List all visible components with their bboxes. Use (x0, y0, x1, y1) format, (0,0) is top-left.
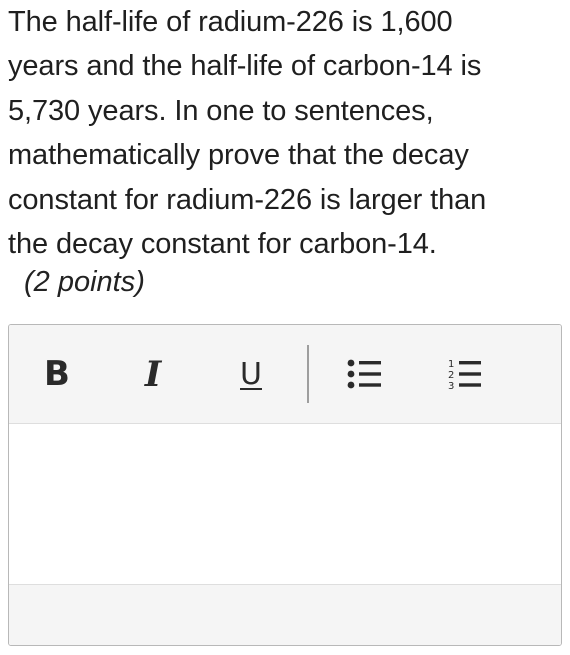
numbered-list-icon: 1 2 3 (448, 359, 481, 391)
italic-button[interactable]: I (135, 351, 171, 397)
question-line: constant for radium-226 is larger than (8, 183, 487, 216)
svg-text:3: 3 (448, 381, 454, 391)
question-line: years and the half-life of carbon-14 is (8, 50, 482, 83)
underline-button[interactable]: U (233, 351, 269, 397)
bulleted-list-button[interactable] (343, 351, 387, 397)
question-line: mathematically prove that the decay (8, 139, 469, 172)
editor-footer (9, 584, 561, 645)
bold-button[interactable]: B (39, 351, 75, 397)
answer-input[interactable] (9, 424, 561, 585)
question-line: The half-life of radium-226 is 1,600 (8, 6, 453, 38)
question-line: the decay constant for carbon-14. (8, 228, 437, 261)
points-label: (2 points) (24, 266, 145, 298)
rich-text-editor: B I U 1 2 3 (8, 324, 562, 646)
bulleted-list-icon (347, 359, 381, 389)
question-text: The half-life of radium-226 is 1,600 yea… (8, 0, 563, 266)
svg-text:1: 1 (448, 359, 454, 370)
toolbar-divider (307, 345, 309, 403)
svg-text:2: 2 (448, 370, 454, 381)
numbered-list-button[interactable]: 1 2 3 (443, 351, 487, 397)
question-line: 5,730 years. In one to sentences, (8, 94, 434, 127)
editor-toolbar: B I U 1 2 3 (9, 325, 561, 424)
